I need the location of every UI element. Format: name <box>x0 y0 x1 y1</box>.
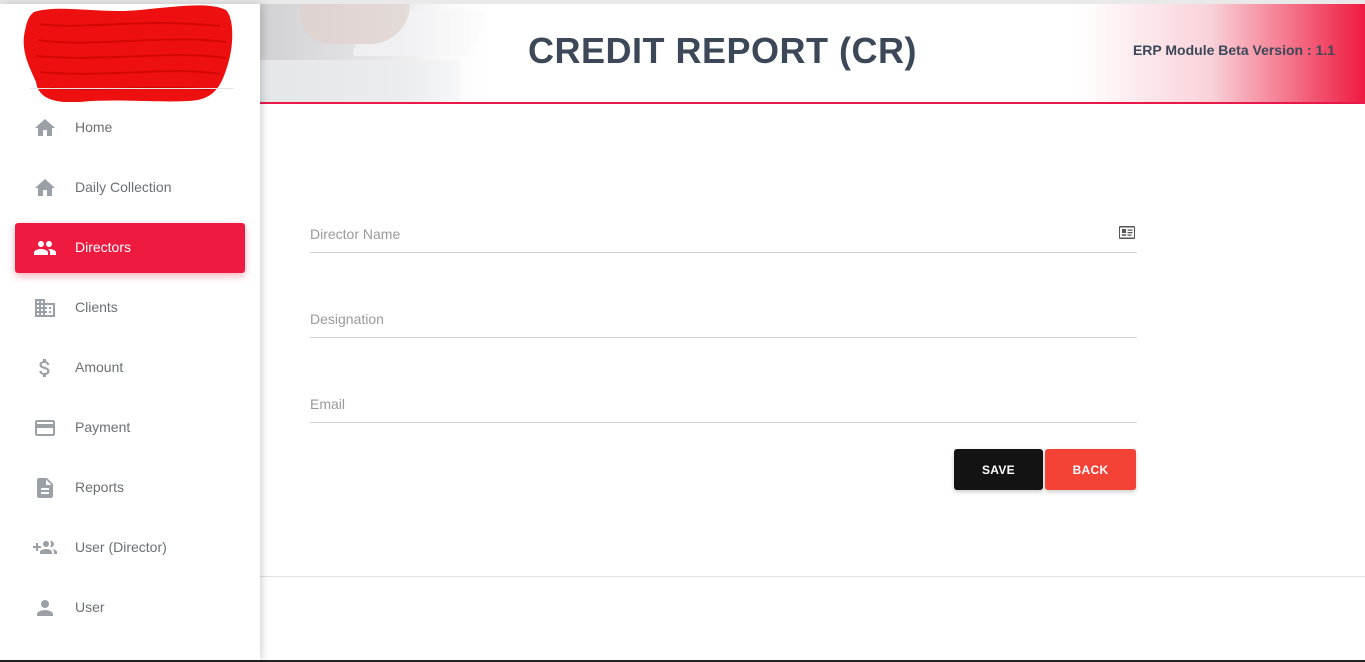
sidebar-nav: Home Daily Collection Directors Clients … <box>15 103 245 643</box>
sidebar-item-label: Clients <box>75 299 118 315</box>
person-icon <box>33 596 57 620</box>
sidebar-item-directors[interactable]: Directors <box>15 223 245 273</box>
version-label: ERP Module Beta Version : 1.1 <box>1132 42 1335 58</box>
designation-input[interactable] <box>310 307 1100 331</box>
home-icon <box>33 176 57 200</box>
save-button[interactable]: SAVE <box>954 449 1043 490</box>
sidebar-item-label: Reports <box>75 479 125 495</box>
people-icon <box>33 236 57 260</box>
credit-card-icon <box>33 416 57 440</box>
sidebar: Home Daily Collection Directors Clients … <box>0 4 260 660</box>
footer-divider <box>260 576 1365 577</box>
designation-field <box>310 297 1137 338</box>
director-name-field <box>310 212 1137 253</box>
header-banner-image <box>260 4 500 102</box>
sidebar-item-label: Directors <box>75 239 132 255</box>
email-input[interactable] <box>310 392 1100 416</box>
sidebar-item-user[interactable]: User <box>15 583 245 633</box>
sidebar-item-clients[interactable]: Clients <box>15 283 245 333</box>
sidebar-item-label: Daily Collection <box>75 179 172 195</box>
sidebar-item-payment[interactable]: Payment <box>15 403 245 453</box>
logo-divider <box>30 88 234 89</box>
back-button[interactable]: BACK <box>1045 449 1136 490</box>
id-card-icon <box>1119 226 1135 239</box>
page-title: CREDIT REPORT (CR) <box>528 30 917 71</box>
sidebar-item-amount[interactable]: Amount <box>15 343 245 393</box>
sidebar-item-label: User (Director) <box>75 539 167 555</box>
director-name-input[interactable] <box>310 222 1100 246</box>
building-icon <box>33 296 57 320</box>
add-group-icon <box>33 536 57 560</box>
sidebar-item-label: Payment <box>75 419 131 435</box>
sidebar-item-home[interactable]: Home <box>15 103 245 153</box>
sidebar-item-label: Home <box>75 119 113 135</box>
sidebar-item-label: User <box>75 599 105 615</box>
page-header: CREDIT REPORT (CR) ERP Module Beta Versi… <box>260 4 1365 104</box>
dollar-icon <box>33 356 57 380</box>
home-icon <box>33 116 57 140</box>
sidebar-item-label: Amount <box>75 359 124 375</box>
email-field <box>310 382 1137 423</box>
sidebar-item-daily-collection[interactable]: Daily Collection <box>15 163 245 213</box>
sidebar-item-user-director[interactable]: User (Director) <box>15 523 245 573</box>
document-icon <box>33 476 57 500</box>
sidebar-item-reports[interactable]: Reports <box>15 463 245 513</box>
